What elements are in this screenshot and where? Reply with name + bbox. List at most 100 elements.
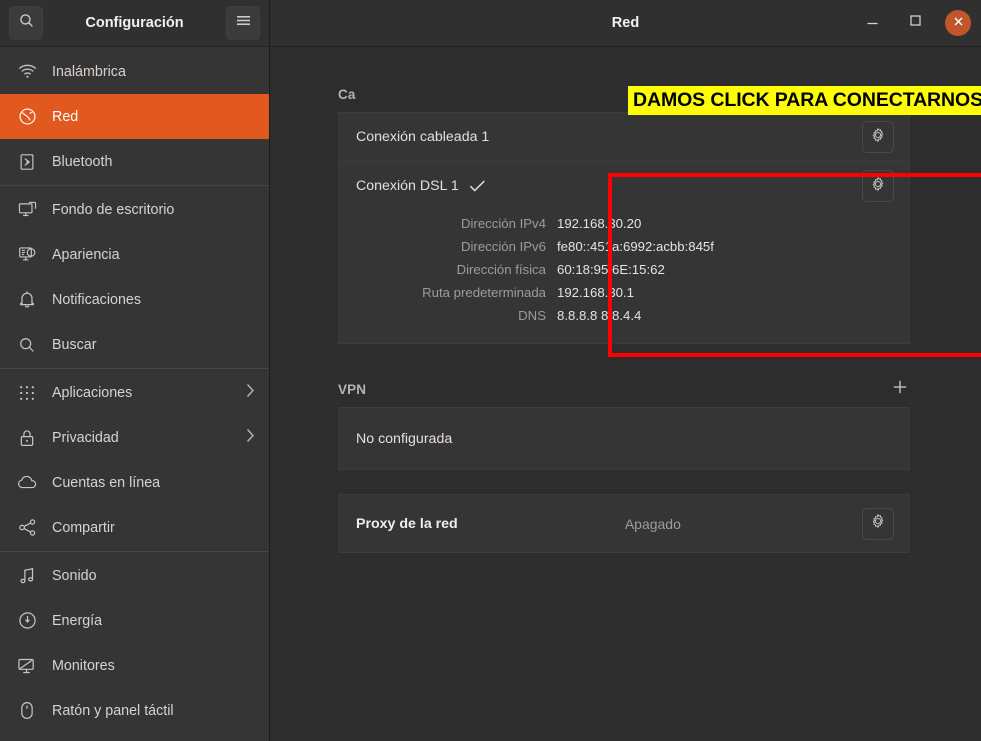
check-icon (469, 179, 486, 193)
vpn-status-row: No configurada (339, 408, 909, 469)
proxy-row[interactable]: Proxy de la red Apagado (339, 495, 909, 552)
connection-settings-button[interactable] (862, 170, 894, 202)
connection-row[interactable]: Conexión DSL 1 (339, 162, 909, 210)
close-button[interactable] (945, 10, 971, 36)
search-button[interactable] (9, 6, 43, 40)
annotation-banner: DAMOS CLICK PARA CONECTARNOS A LA CONEXI… (628, 86, 981, 115)
sidebar-item-label: Ratón y panel táctil (52, 703, 174, 719)
detail-value: 192.168.30.1 (557, 285, 634, 300)
sidebar: Configuración (0, 0, 270, 741)
sidebar-item-raton-y-panel-tactil[interactable]: Ratón y panel táctil (0, 688, 269, 733)
detail-key: DNS (339, 308, 557, 323)
maximize-icon (909, 14, 922, 32)
connection-details: Dirección IPv4 192.168.30.20 Dirección I… (339, 210, 909, 343)
sidebar-item-sonido[interactable]: Sonido (0, 553, 269, 598)
detail-value: fe80::451a:6992:acbb:845f (557, 239, 714, 254)
window-controls (859, 10, 971, 36)
apps-grid-icon (14, 385, 40, 401)
window-titlebar: Red (270, 0, 981, 47)
appearance-icon (14, 246, 40, 263)
main-panel: Red (270, 0, 981, 741)
sidebar-item-label: Inalámbrica (52, 64, 126, 80)
sidebar-header: Configuración (0, 0, 269, 47)
detail-value: 8.8.8.8 8.8.4.4 (557, 308, 641, 323)
cloud-icon (14, 476, 40, 490)
sidebar-item-buscar[interactable]: Buscar (0, 322, 269, 367)
proxy-section: Proxy de la red Apagado (338, 494, 910, 553)
power-icon (14, 611, 40, 630)
sidebar-item-apariencia[interactable]: Apariencia (0, 232, 269, 277)
connection-row[interactable]: Conexión cableada 1 (339, 113, 909, 161)
sidebar-list: Inalámbrica Red (0, 47, 269, 741)
search-icon (18, 12, 35, 34)
sidebar-item-label: Sonido (52, 568, 97, 584)
sidebar-divider (0, 185, 269, 186)
chevron-right-icon (246, 383, 255, 402)
detail-row-dns: DNS 8.8.8.8 8.8.4.4 (339, 304, 909, 327)
detail-row-ipv4: Dirección IPv4 192.168.30.20 (339, 212, 909, 235)
wifi-icon (14, 64, 40, 79)
sidebar-item-label: Notificaciones (52, 292, 141, 308)
share-icon (14, 518, 40, 537)
connection-settings-button[interactable] (862, 121, 894, 153)
music-note-icon (14, 567, 40, 585)
search-icon (14, 336, 40, 354)
connection-card-dsl: Conexión DSL 1 (338, 161, 910, 344)
sidebar-item-label: Cuentas en línea (52, 475, 160, 491)
sidebar-item-compartir[interactable]: Compartir (0, 505, 269, 550)
hamburger-menu-icon (235, 14, 252, 32)
sidebar-item-label: Buscar (52, 337, 97, 353)
main-menu-button[interactable] (226, 6, 260, 40)
vpn-section: VPN No configurada (338, 380, 910, 470)
sidebar-item-label: Privacidad (52, 430, 119, 446)
sidebar-divider (0, 368, 269, 369)
detail-key: Dirección física (339, 262, 557, 277)
proxy-state: Apagado (625, 516, 681, 532)
add-vpn-button[interactable] (890, 379, 910, 399)
sidebar-item-fondo-de-escritorio[interactable]: Fondo de escritorio (0, 187, 269, 232)
globe-network-icon (14, 107, 40, 126)
detail-key: Ruta predeterminada (339, 285, 557, 300)
minimize-icon (866, 14, 879, 32)
sidebar-item-label: Monitores (52, 658, 115, 674)
gear-icon (870, 176, 886, 197)
sidebar-item-label: Bluetooth (52, 154, 112, 170)
sidebar-divider (0, 551, 269, 552)
detail-row-mac: Dirección física 60:18:95:6E:15:62 (339, 258, 909, 281)
bell-icon (14, 290, 40, 309)
sidebar-item-privacidad[interactable]: Privacidad (0, 415, 269, 460)
connection-name: Conexión DSL 1 (356, 178, 459, 194)
settings-window: Configuración (0, 0, 981, 741)
sidebar-item-notificaciones[interactable]: Notificaciones (0, 277, 269, 322)
sidebar-item-cuentas-en-linea[interactable]: Cuentas en línea (0, 460, 269, 505)
sidebar-item-label: Energía (52, 613, 102, 629)
monitor-icon (14, 657, 40, 675)
maximize-button[interactable] (902, 10, 928, 36)
sidebar-item-bluetooth[interactable]: Bluetooth (0, 139, 269, 184)
vpn-status: No configurada (356, 431, 452, 447)
sidebar-item-monitores[interactable]: Monitores (0, 643, 269, 688)
sidebar-item-label: Red (52, 109, 78, 125)
connection-card-wired: Conexión cableada 1 (338, 112, 910, 161)
minimize-button[interactable] (859, 10, 885, 36)
sidebar-item-aplicaciones[interactable]: Aplicaciones (0, 370, 269, 415)
gear-icon (870, 513, 886, 534)
bluetooth-icon (14, 153, 40, 171)
vpn-section-header: VPN (338, 380, 910, 398)
detail-value: 192.168.30.20 (557, 216, 641, 231)
close-icon (953, 14, 964, 32)
sidebar-item-inalambrica[interactable]: Inalámbrica (0, 49, 269, 94)
sidebar-item-label: Apariencia (52, 247, 120, 263)
sidebar-item-red[interactable]: Red (0, 94, 269, 139)
vpn-card: No configurada (338, 407, 910, 470)
detail-key: Dirección IPv4 (339, 216, 557, 231)
proxy-settings-button[interactable] (862, 508, 894, 540)
detail-row-gateway: Ruta predeterminada 192.168.30.1 (339, 281, 909, 304)
sidebar-item-energia[interactable]: Energía (0, 598, 269, 643)
sidebar-item-label: Fondo de escritorio (52, 202, 174, 218)
gear-icon (870, 127, 886, 148)
mouse-icon (14, 701, 40, 720)
lock-icon (14, 429, 40, 447)
chevron-right-icon (246, 428, 255, 447)
detail-row-ipv6: Dirección IPv6 fe80::451a:6992:acbb:845f (339, 235, 909, 258)
